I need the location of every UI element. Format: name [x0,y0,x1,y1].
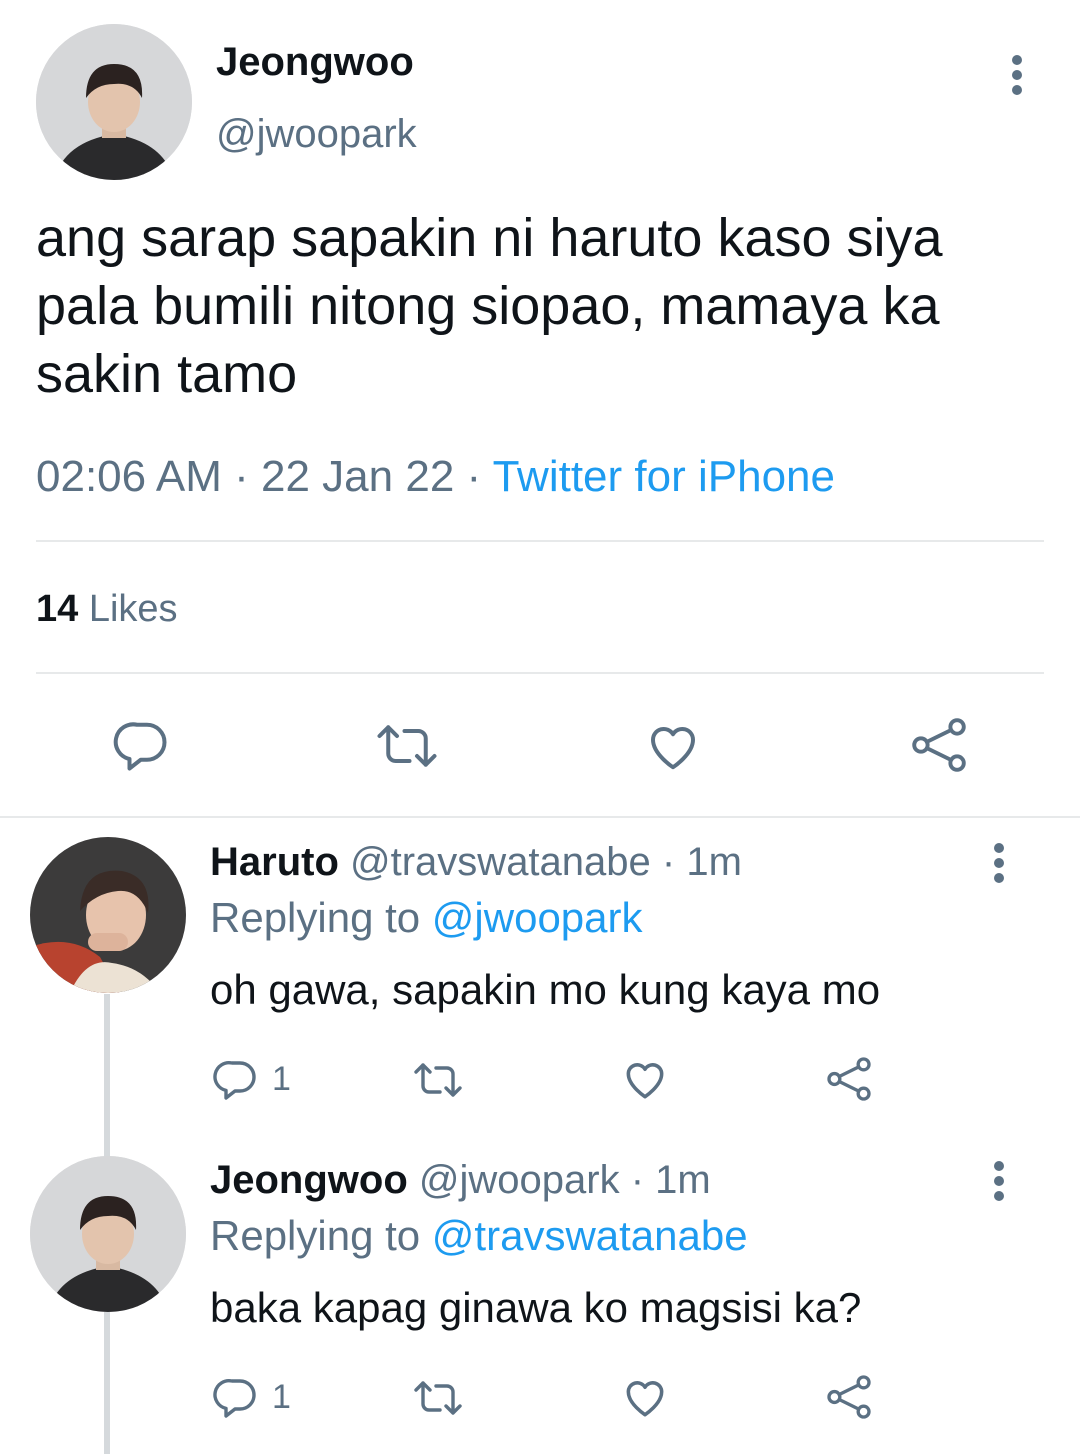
share-icon[interactable] [908,714,970,776]
meta-separator: · [221,452,262,501]
reply-text: oh gawa, sapakin mo kung kaya mo [210,966,881,1013]
reply-count: 1 [272,1378,291,1416]
reply-avatar[interactable] [30,837,186,993]
reply-icon[interactable] [212,1374,260,1422]
author-handle[interactable]: @jwoopark [216,112,417,157]
tweet-meta: 02:06 AM · 22 Jan 22 · Twitter for iPhon… [36,452,835,502]
likes-label: Likes [88,588,178,630]
tweet-time: 02:06 AM [36,452,222,501]
reply-header: Haruto @travswatanabe · 1m [210,840,742,885]
retweet-icon[interactable] [410,1374,466,1422]
author-avatar[interactable] [36,24,192,180]
tweet-source-link[interactable]: Twitter for iPhone [493,452,835,501]
tweet-date[interactable]: 22 Jan 22 [261,452,454,501]
replying-to-link[interactable]: @jwoopark [432,894,643,941]
more-options-icon[interactable] [988,842,1010,884]
retweet-icon[interactable] [410,1056,466,1104]
like-icon[interactable] [642,716,704,776]
reply-count: 1 [272,1060,291,1098]
reply-icon[interactable] [112,716,172,776]
reply-author-name[interactable]: Jeongwoo [210,1158,408,1202]
reply-icon[interactable] [212,1056,260,1104]
divider [36,540,1044,542]
reply-header: Jeongwoo @jwoopark · 1m [210,1158,711,1203]
reply-author-handle[interactable]: @travswatanabe [350,840,651,884]
retweet-icon[interactable] [372,716,442,776]
section-divider [0,816,1080,818]
share-icon[interactable] [824,1054,874,1104]
divider [36,672,1044,674]
reply-text: baka kapag ginawa ko magsisi ka? [210,1284,862,1331]
replying-to-link[interactable]: @travswatanabe [432,1212,748,1259]
meta-separator: · [454,452,493,501]
author-name[interactable]: Jeongwoo [216,40,414,85]
replying-to: Replying to @travswatanabe [210,1212,748,1260]
replying-to: Replying to @jwoopark [210,894,643,942]
reply-avatar[interactable] [30,1156,186,1312]
likes-count: 14 [36,588,79,630]
reply-author-handle[interactable]: @jwoopark [419,1158,620,1202]
reply-age: · 1m [619,1158,711,1202]
likes-stat[interactable]: 14 Likes [36,588,178,631]
replying-to-label: Replying to [210,1212,421,1259]
more-options-icon[interactable] [1006,54,1028,96]
reply-age: · 1m [650,840,742,884]
reply-author-name[interactable]: Haruto [210,840,339,884]
share-icon[interactable] [824,1372,874,1422]
like-icon[interactable] [620,1054,670,1104]
tweet-text: ang sarap sapakin ni haruto kaso siya pa… [36,208,943,404]
replying-to-label: Replying to [210,894,421,941]
more-options-icon[interactable] [988,1160,1010,1202]
like-icon[interactable] [620,1372,670,1422]
